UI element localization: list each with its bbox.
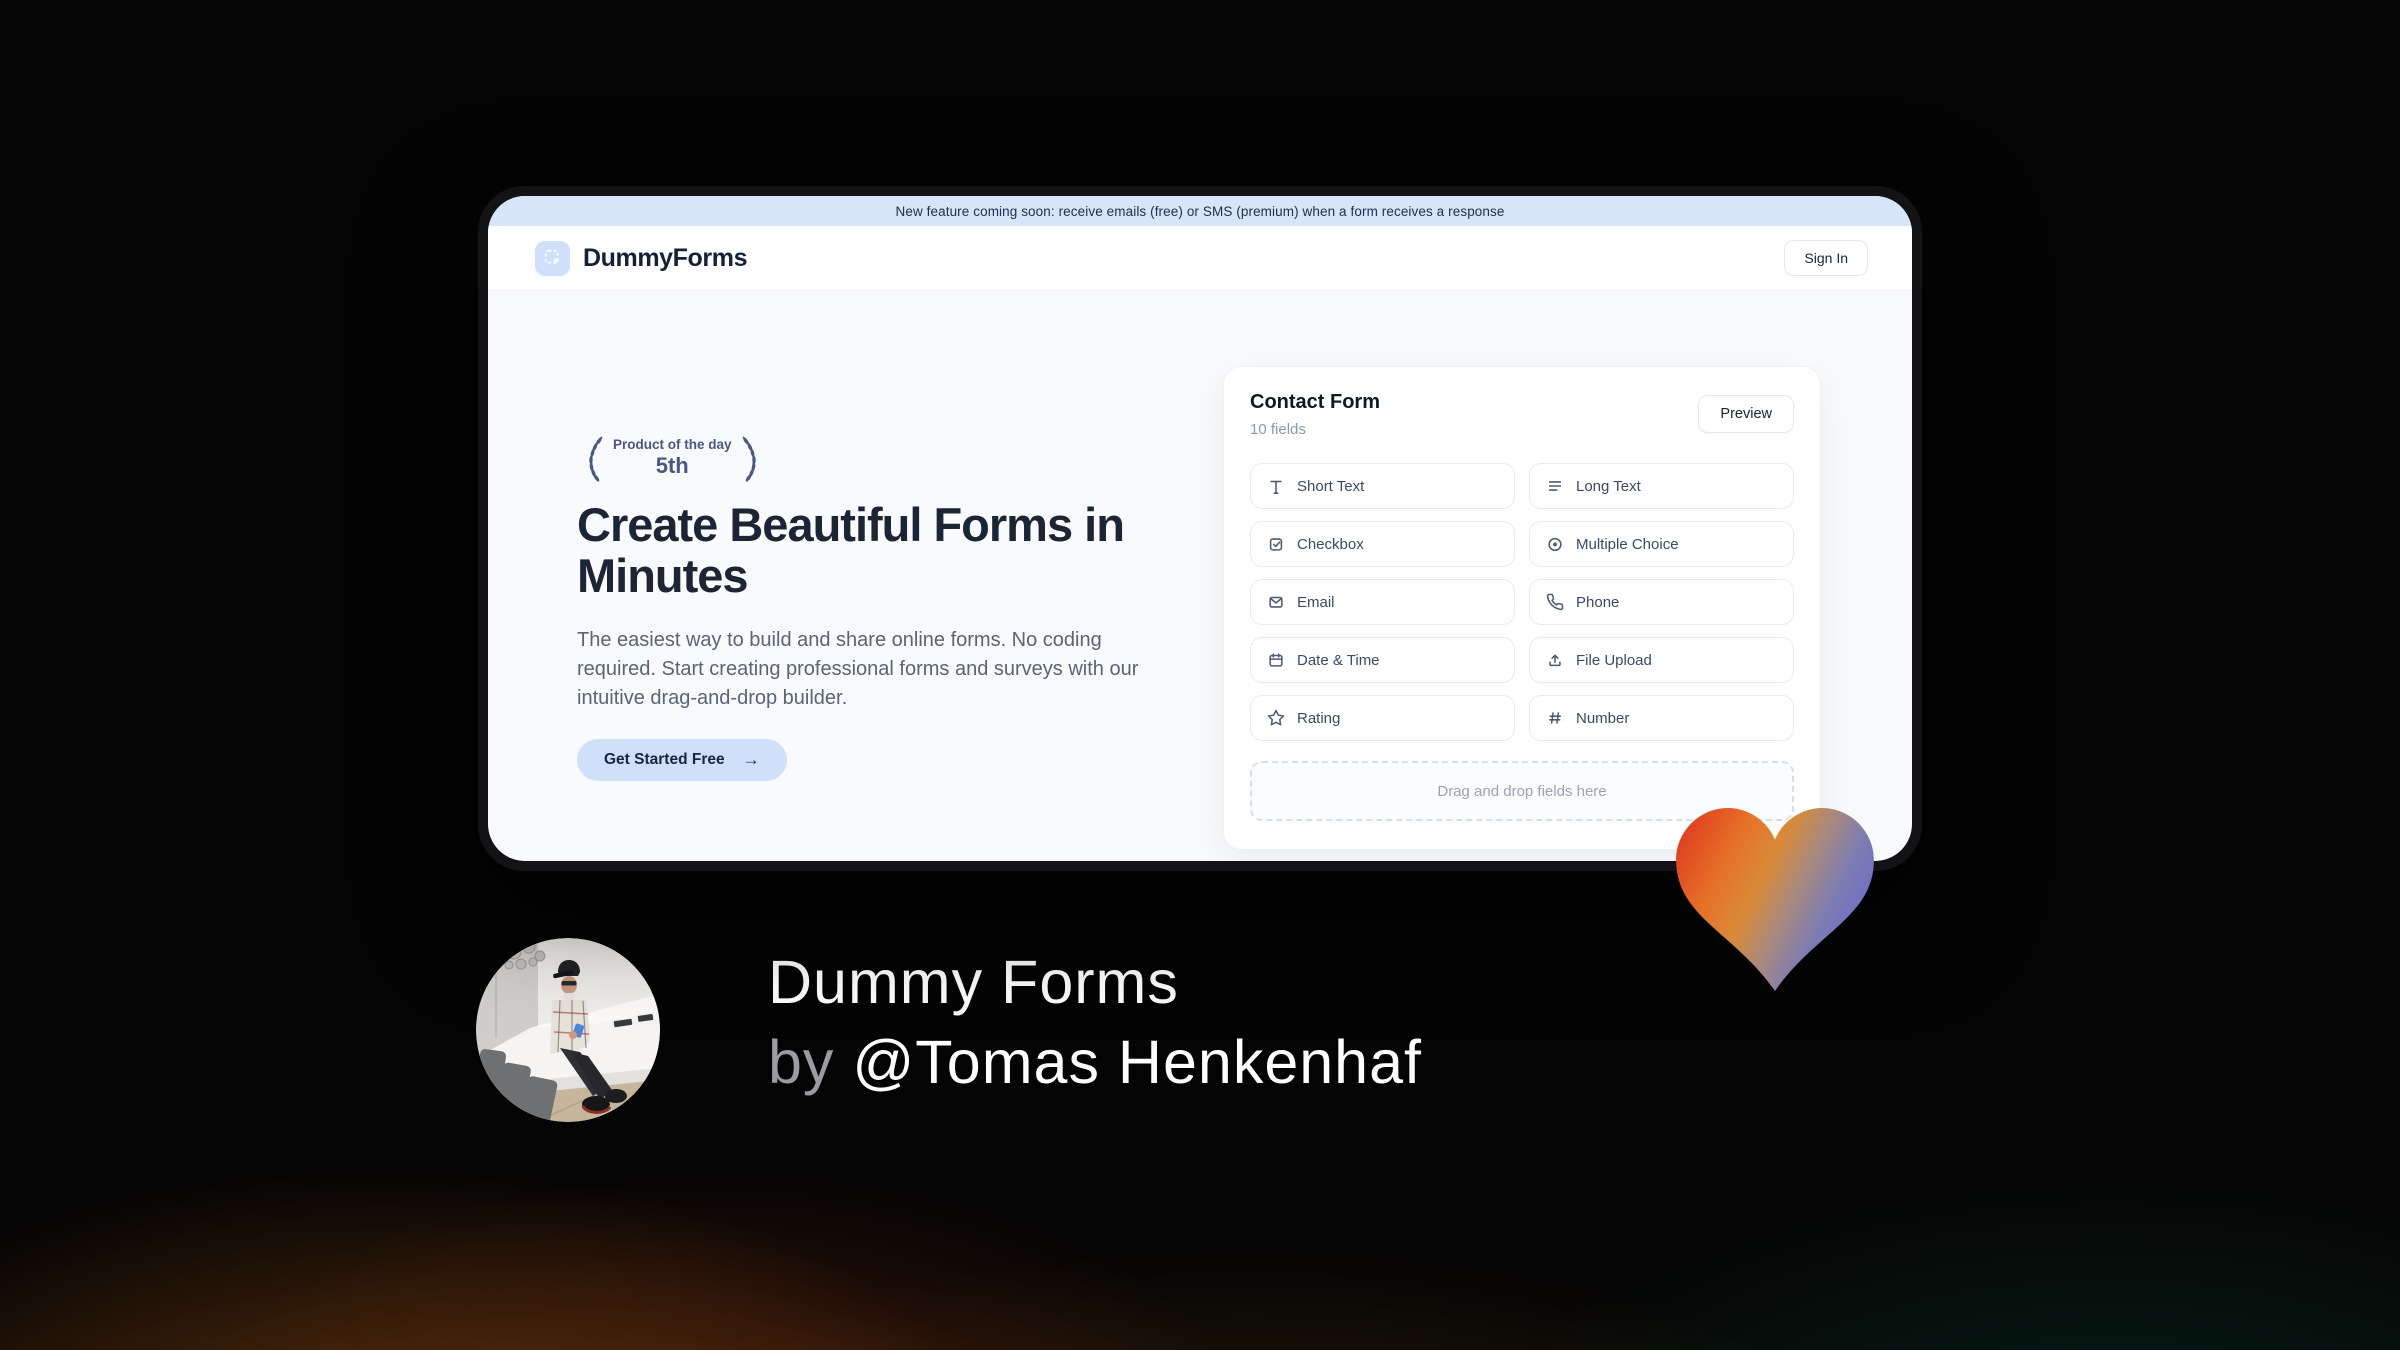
field-label: Number (1576, 709, 1630, 727)
field-type-long-text[interactable]: Long Text (1529, 463, 1794, 509)
announcement-banner: New feature coming soon: receive emails … (488, 196, 1912, 226)
field-type-grid: Short Text Long Text Checkbox Multiple C… (1250, 463, 1794, 741)
cursor-select-icon (544, 249, 560, 265)
field-type-short-text[interactable]: Short Text (1250, 463, 1515, 509)
award-line2: 5th (655, 453, 689, 478)
star-icon (1267, 709, 1285, 726)
field-type-file-upload[interactable]: File Upload (1529, 637, 1794, 683)
product-of-the-day-badge: Product of the day 5th (577, 432, 768, 484)
heart-icon (1676, 808, 1874, 991)
maker-avatar (476, 938, 660, 1122)
card-header: Contact Form 10 fields Preview (1250, 391, 1794, 443)
avatar-photo (476, 938, 660, 1122)
cta-label: Get Started Free (604, 750, 725, 768)
field-type-date-time[interactable]: Date & Time (1250, 637, 1515, 683)
field-label: Rating (1297, 709, 1341, 727)
laurel-right-icon (741, 436, 756, 482)
field-type-phone[interactable]: Phone (1529, 579, 1794, 625)
brand-name[interactable]: DummyForms (583, 244, 747, 273)
app-header: DummyForms Sign In (488, 226, 1912, 291)
field-label: Email (1297, 593, 1335, 611)
short-text-icon (1270, 480, 1282, 494)
main-content: Product of the day 5th Create Beautiful … (488, 291, 1912, 861)
field-label: Date & Time (1297, 651, 1380, 669)
field-label: Phone (1576, 593, 1620, 611)
field-label: Short Text (1297, 477, 1365, 495)
sign-in-button[interactable]: Sign In (1784, 240, 1868, 276)
hero-description: The easiest way to build and share onlin… (577, 628, 1139, 709)
field-type-email[interactable]: Email (1250, 579, 1515, 625)
arrow-right-icon: → (742, 749, 760, 769)
phone-icon (1546, 593, 1564, 611)
field-type-rating[interactable]: Rating (1250, 695, 1515, 741)
caption-byline: by @Tomas Henkenhaf (768, 1022, 1422, 1102)
field-label: Multiple Choice (1576, 535, 1679, 553)
field-type-number[interactable]: Number (1529, 695, 1794, 741)
email-icon (1269, 596, 1283, 608)
multiple-choice-icon (1548, 537, 1562, 552)
laurel-left-icon (589, 436, 603, 482)
field-label: Long Text (1576, 477, 1641, 495)
announcement-text: New feature coming soon: receive emails … (895, 203, 1505, 219)
hero-section: Product of the day 5th Create Beautiful … (577, 432, 1157, 781)
form-builder-card: Contact Form 10 fields Preview Short Tex… (1223, 366, 1821, 861)
brand-logo[interactable] (535, 240, 570, 276)
get-started-button[interactable]: Get Started Free → (577, 738, 787, 781)
award-text: Product of the day 5th (613, 437, 732, 479)
caption-by-prefix: by (768, 1028, 853, 1096)
hero-heading: Create Beautiful Forms in Minutes (577, 498, 1125, 602)
upload-icon (1549, 654, 1561, 667)
calendar-icon (1269, 653, 1283, 667)
caption-handle: @Tomas Henkenhaf (852, 1028, 1422, 1096)
app-window-frame: New feature coming soon: receive emails … (478, 186, 1922, 871)
dropzone-text: Drag and drop fields here (1437, 782, 1607, 800)
preview-button[interactable]: Preview (1698, 395, 1794, 433)
page-background: New feature coming soon: receive emails … (0, 0, 2400, 1350)
field-label: Checkbox (1297, 535, 1364, 553)
hash-icon (1549, 712, 1561, 724)
field-type-multiple-choice[interactable]: Multiple Choice (1529, 521, 1794, 567)
caption-title: Dummy Forms (768, 948, 1179, 1016)
field-label: File Upload (1576, 651, 1652, 669)
footer-caption: Dummy Forms by @Tomas Henkenhaf (768, 942, 1422, 1102)
long-text-icon (1548, 481, 1562, 491)
award-line1: Product of the day (613, 437, 732, 452)
app-window: New feature coming soon: receive emails … (488, 196, 1912, 861)
field-type-checkbox[interactable]: Checkbox (1250, 521, 1515, 567)
checkbox-icon (1269, 538, 1283, 551)
